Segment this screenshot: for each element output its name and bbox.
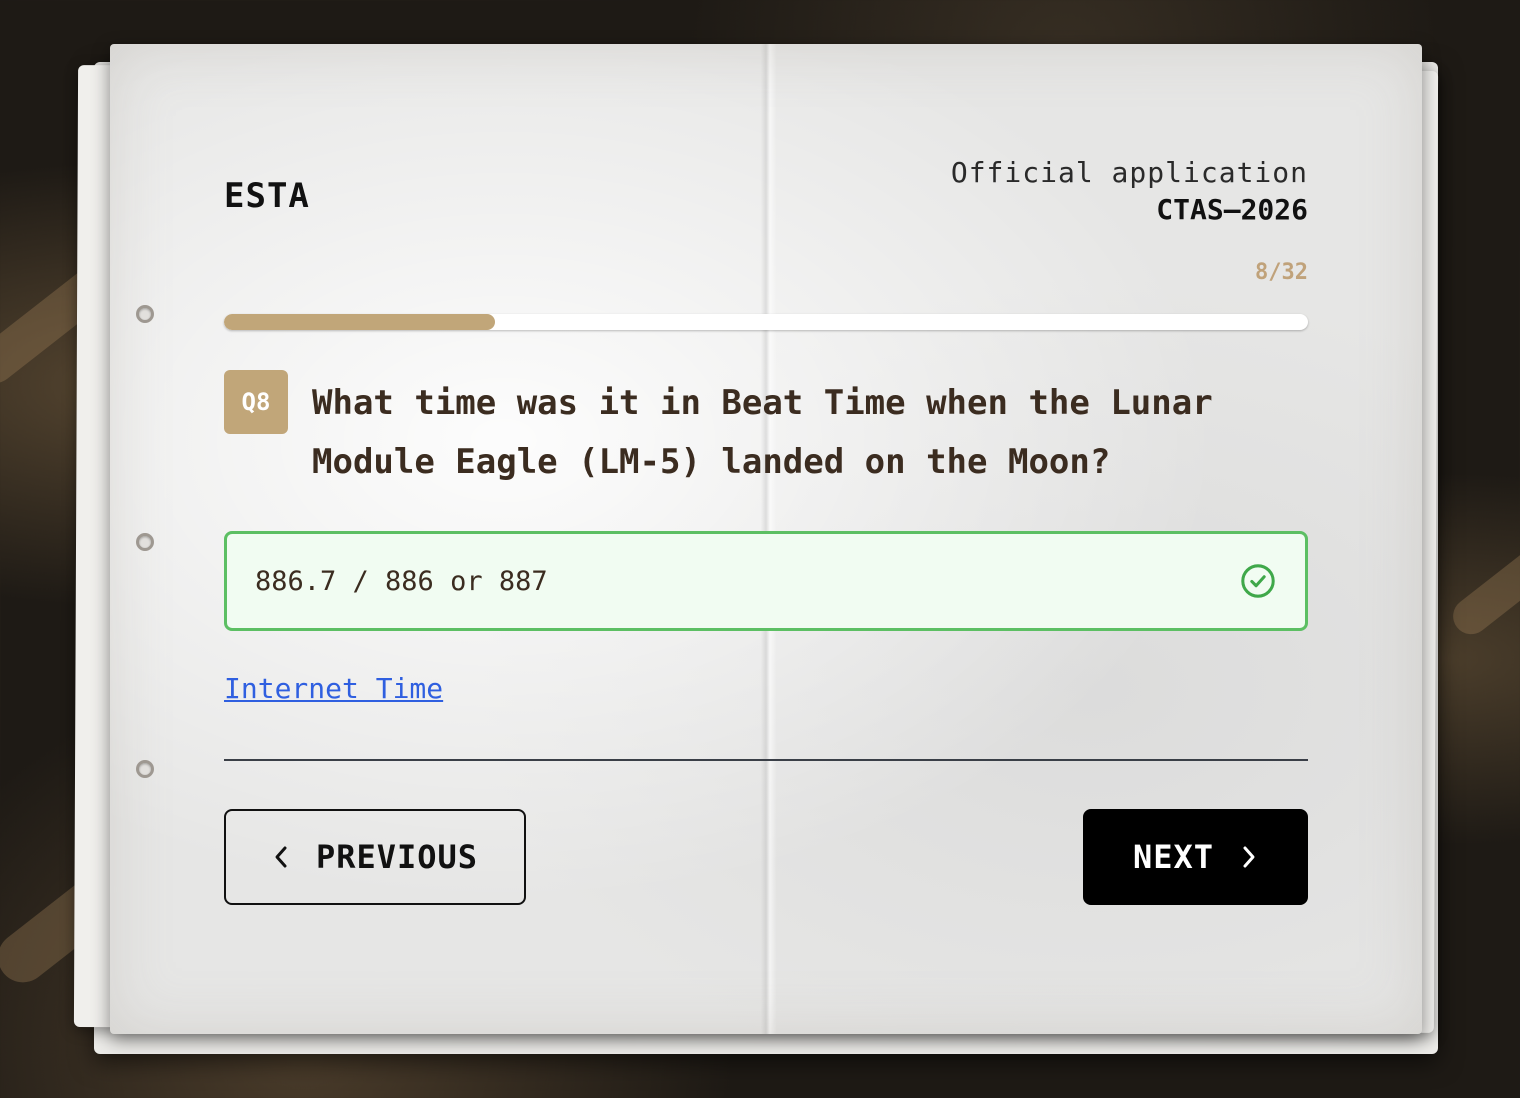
previous-button[interactable]: PREVIOUS [224, 809, 526, 905]
background-texture [1445, 514, 1520, 642]
form-header-info: Official application CTAS–2026 [951, 156, 1308, 226]
question-number-badge: Q8 [224, 370, 288, 434]
section-divider [224, 759, 1308, 761]
next-button-label: NEXT [1132, 838, 1215, 876]
question-counter: 8/32 [1255, 260, 1308, 285]
form-subtitle: Official application [950, 156, 1308, 189]
progress-bar [224, 314, 1308, 330]
form-code: CTAS–2026 [1156, 193, 1308, 226]
previous-button-label: PREVIOUS [315, 838, 479, 876]
hint-link-internet-time[interactable]: Internet Time [224, 672, 443, 705]
chevron-right-icon [1243, 846, 1255, 868]
question-text: What time was it in Beat Time when the L… [312, 383, 1213, 482]
binder-hole [136, 305, 154, 323]
answer-field [224, 531, 1308, 631]
brand-title: ESTA [224, 176, 310, 216]
check-circle-icon [1241, 564, 1275, 598]
binder-hole [136, 533, 154, 551]
chevron-left-icon [275, 846, 287, 868]
progress-bar-fill [224, 314, 495, 330]
answer-input[interactable] [255, 565, 1239, 597]
next-button[interactable]: NEXT [1083, 809, 1308, 905]
binder-hole [136, 760, 154, 778]
